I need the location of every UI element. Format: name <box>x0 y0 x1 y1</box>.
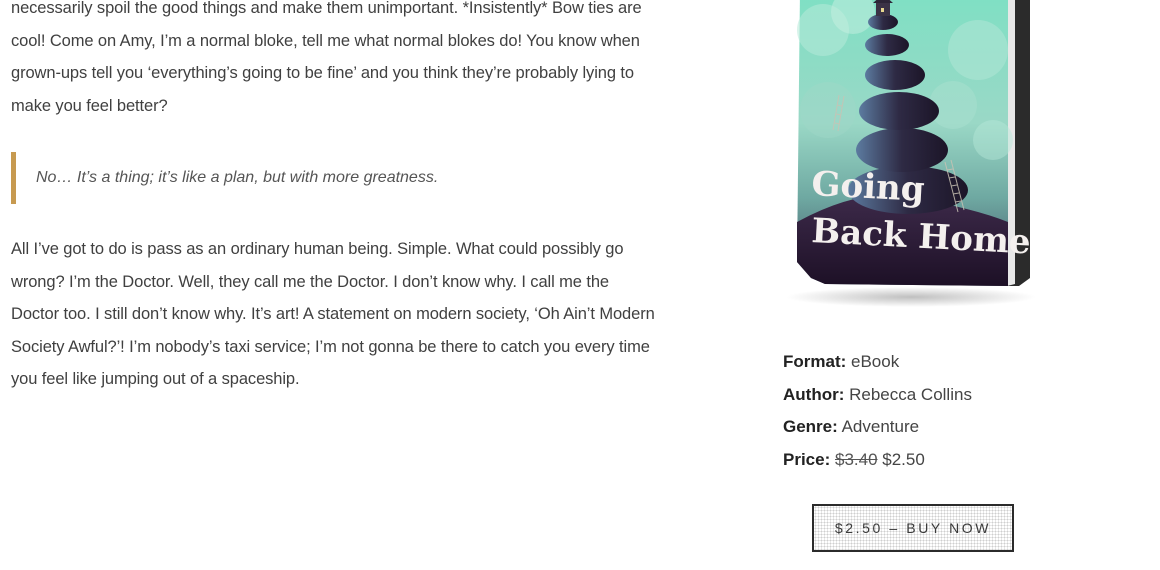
old-price: $3.40 <box>834 449 878 469</box>
author-value: Rebecca Collins <box>849 384 972 404</box>
price-row: Price: $3.40 $2.50 <box>783 444 972 477</box>
author-row: Author: Rebecca Collins <box>783 379 972 412</box>
cover-title-line1: Going <box>811 164 926 210</box>
genre-row: Genre: Adventure <box>783 411 972 444</box>
buy-now-button-label: $2.50 – BUY NOW <box>834 520 992 536</box>
format-row: Format: eBook <box>783 346 972 379</box>
format-label: Format: <box>783 352 847 371</box>
article-body: necessarily spoil the good things and ma… <box>11 0 656 396</box>
buy-now-button[interactable]: $2.50 – BUY NOW <box>812 504 1014 552</box>
price-label: Price: <box>783 449 831 469</box>
article-paragraph: All I’ve got to do is pass as an ordinar… <box>11 240 655 388</box>
author-label: Author: <box>783 384 845 404</box>
pull-quote: No… It’s a thing; it’s like a plan, but … <box>11 152 656 204</box>
book-details: Format: eBook Author: Rebecca Collins Ge… <box>783 346 972 476</box>
genre-label: Genre: <box>783 417 838 436</box>
genre-value: Adventure <box>841 417 920 436</box>
article-paragraph: necessarily spoil the good things and ma… <box>11 0 642 115</box>
book-cover-image: Going Back Home <box>786 0 1036 307</box>
format-value: eBook <box>851 352 900 371</box>
sale-price: $2.50 <box>882 449 925 469</box>
